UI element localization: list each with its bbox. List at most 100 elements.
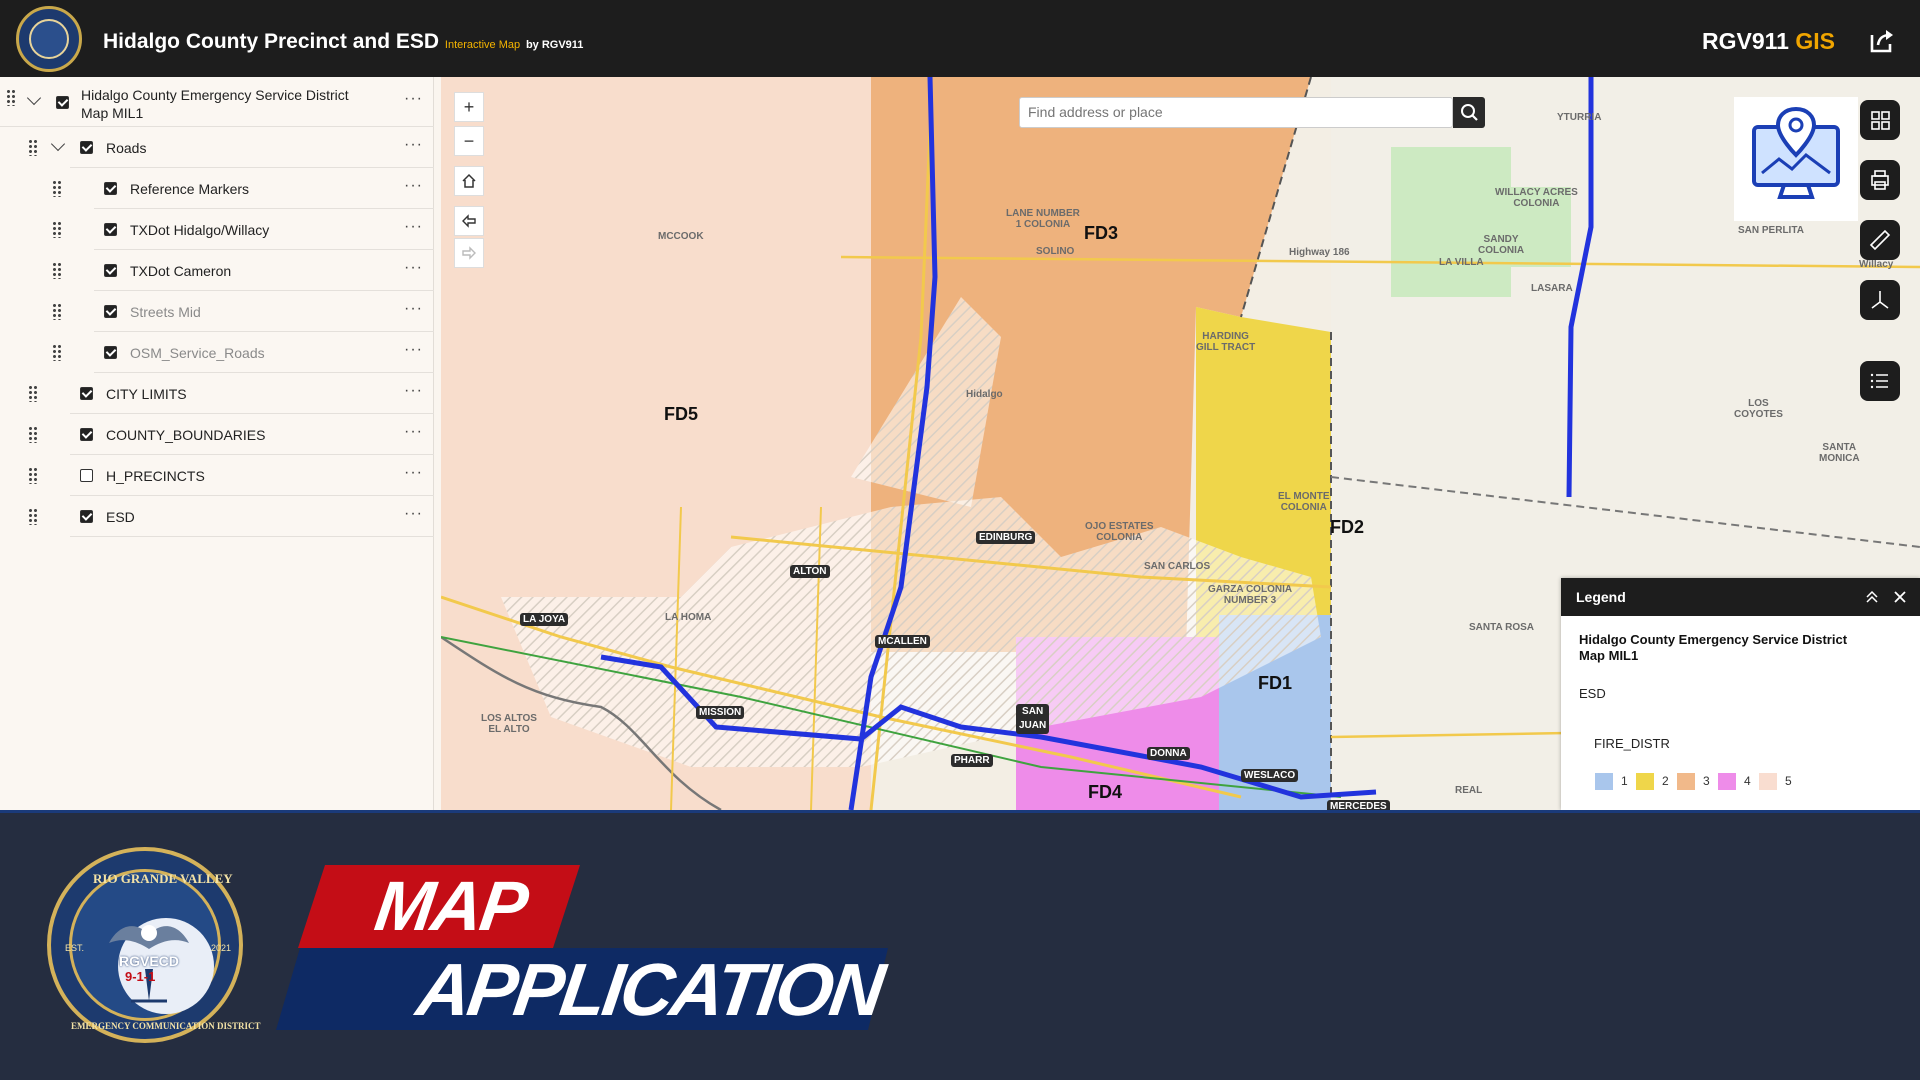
legend-header: Legend xyxy=(1561,578,1920,616)
chevron-down-icon[interactable] xyxy=(26,90,42,106)
layer-label: H_PRECINCTS xyxy=(106,468,205,484)
layer-options-icon[interactable]: ··· xyxy=(404,382,423,400)
city-label: SAN JUAN xyxy=(1016,704,1050,734)
share-icon[interactable] xyxy=(1868,27,1896,55)
title-by: by RGV911 xyxy=(525,39,584,51)
legend-layer-name: Hidalgo County Emergency Service Distric… xyxy=(1579,632,1848,647)
banner-application-text: APPLICATION xyxy=(412,948,887,1031)
layer-visibility-checkbox[interactable] xyxy=(104,182,117,195)
app-header: Hidalgo County Precinct and ESD Interact… xyxy=(0,0,1920,77)
drag-handle-icon[interactable] xyxy=(28,508,38,525)
layer-visibility-checkbox[interactable] xyxy=(104,346,117,359)
layer-visibility-checkbox[interactable] xyxy=(104,223,117,236)
next-extent-button[interactable] xyxy=(454,238,484,268)
legend-swatch-label: 4 xyxy=(1744,774,1751,788)
fd4-label: FD4 xyxy=(1088,782,1123,802)
layer-label: Reference Markers xyxy=(130,181,250,197)
brand-accent: GIS xyxy=(1795,28,1835,54)
home-icon xyxy=(462,173,476,188)
town-label: WILLACY ACRES COLONIA xyxy=(1495,187,1578,209)
legend-field: FIRE_DISTR xyxy=(1594,736,1670,751)
basemap-gallery-button[interactable] xyxy=(1860,100,1900,140)
layer-row[interactable]: TXDot Cameron ··· xyxy=(52,250,434,291)
layer-options-icon[interactable]: ··· xyxy=(404,218,423,236)
close-icon[interactable] xyxy=(1893,590,1907,604)
layer-options-icon[interactable]: ··· xyxy=(404,259,423,277)
layer-list-button[interactable] xyxy=(1860,361,1900,401)
layer-visibility-checkbox[interactable] xyxy=(80,141,93,154)
drag-handle-icon[interactable] xyxy=(28,467,38,484)
layer-row[interactable]: ESD ··· xyxy=(28,496,434,537)
layer-row[interactable]: COUNTY_BOUNDARIES ··· xyxy=(28,414,434,455)
layer-visibility-checkbox[interactable] xyxy=(80,510,93,523)
layer-label: Roads xyxy=(106,140,147,156)
ruler-icon xyxy=(1869,229,1891,251)
axis-icon xyxy=(1871,291,1889,309)
zoom-in-button[interactable]: + xyxy=(454,92,484,122)
layer-visibility-checkbox[interactable] xyxy=(80,387,93,400)
search-input[interactable] xyxy=(1028,104,1408,120)
layer-row[interactable]: Streets Mid ··· xyxy=(52,291,434,332)
layer-visibility-checkbox[interactable] xyxy=(104,305,117,318)
legend-layer-title: Hidalgo County Emergency Service Distric… xyxy=(1579,632,1899,664)
search-button[interactable] xyxy=(1453,97,1485,128)
town-label: EL MONTE COLONIA xyxy=(1278,491,1330,513)
layer-visibility-checkbox[interactable] xyxy=(56,96,69,109)
map-app-icon xyxy=(1734,97,1858,221)
drag-handle-icon[interactable] xyxy=(52,262,62,279)
layer-label: CITY LIMITS xyxy=(106,386,187,402)
layer-row[interactable]: CITY LIMITS ··· xyxy=(28,373,434,414)
drag-handle-icon[interactable] xyxy=(52,303,62,320)
legend-swatch xyxy=(1595,773,1613,790)
drag-handle-icon[interactable] xyxy=(52,344,62,361)
drag-handle-icon[interactable] xyxy=(52,180,62,197)
layer-options-icon[interactable]: ··· xyxy=(404,90,423,108)
layer-options-icon[interactable]: ··· xyxy=(404,464,423,482)
drag-handle-icon[interactable] xyxy=(28,139,38,156)
layer-options-icon[interactable]: ··· xyxy=(404,177,423,195)
layer-options-icon[interactable]: ··· xyxy=(404,423,423,441)
layer-visibility-checkbox[interactable] xyxy=(80,469,93,482)
layer-visibility-checkbox[interactable] xyxy=(80,428,93,441)
measure-button[interactable] xyxy=(1860,220,1900,260)
home-button[interactable] xyxy=(454,166,484,196)
zoom-out-button[interactable]: − xyxy=(454,126,484,156)
layer-row[interactable]: Reference Markers ··· xyxy=(52,168,434,209)
layer-row[interactable]: TXDot Hidalgo/Willacy ··· xyxy=(52,209,434,250)
town-label: MCCOOK xyxy=(658,231,704,242)
drag-handle-icon[interactable] xyxy=(28,385,38,402)
layer-row[interactable]: Roads ··· xyxy=(28,127,434,168)
print-button[interactable] xyxy=(1860,160,1900,200)
layer-options-icon[interactable]: ··· xyxy=(404,341,423,359)
legend-swatch xyxy=(1677,773,1695,790)
city-label: MCALLEN xyxy=(875,635,930,648)
city-label: ALTON xyxy=(790,565,830,578)
city-label: EDINBURG xyxy=(976,531,1036,544)
city-label: LA JOYA xyxy=(520,613,569,626)
legend-swatch xyxy=(1636,773,1654,790)
layer-options-icon[interactable]: ··· xyxy=(404,300,423,318)
town-label: SANTA MONICA xyxy=(1819,442,1860,464)
drag-handle-icon[interactable] xyxy=(52,221,62,238)
previous-extent-button[interactable] xyxy=(454,206,484,236)
collapse-icon[interactable] xyxy=(1865,590,1879,604)
layer-row[interactable]: Hidalgo County Emergency Service Distric… xyxy=(0,77,434,127)
monitor-map-icon xyxy=(1752,106,1840,199)
layer-row[interactable]: H_PRECINCTS ··· xyxy=(28,455,434,496)
drag-handle-icon[interactable] xyxy=(6,89,16,106)
town-label: HARDING GILL TRACT xyxy=(1196,331,1256,353)
layer-row[interactable]: OSM_Service_Roads ··· xyxy=(52,332,434,373)
layer-visibility-checkbox[interactable] xyxy=(104,264,117,277)
coordinate-button[interactable] xyxy=(1860,280,1900,320)
layer-options-icon[interactable]: ··· xyxy=(404,136,423,154)
banner-map-text: MAP xyxy=(370,867,532,945)
town-label: REAL xyxy=(1455,785,1483,796)
legend-swatch-label: 3 xyxy=(1703,774,1710,788)
brand-main: RGV911 xyxy=(1702,28,1789,54)
fd3-label: FD3 xyxy=(1084,223,1119,243)
legend-title: Legend xyxy=(1576,589,1626,605)
drag-handle-icon[interactable] xyxy=(28,426,38,443)
chevron-down-icon[interactable] xyxy=(50,136,66,152)
layer-options-icon[interactable]: ··· xyxy=(404,505,423,523)
town-label: LOS ALTOS EL ALTO xyxy=(481,713,537,735)
